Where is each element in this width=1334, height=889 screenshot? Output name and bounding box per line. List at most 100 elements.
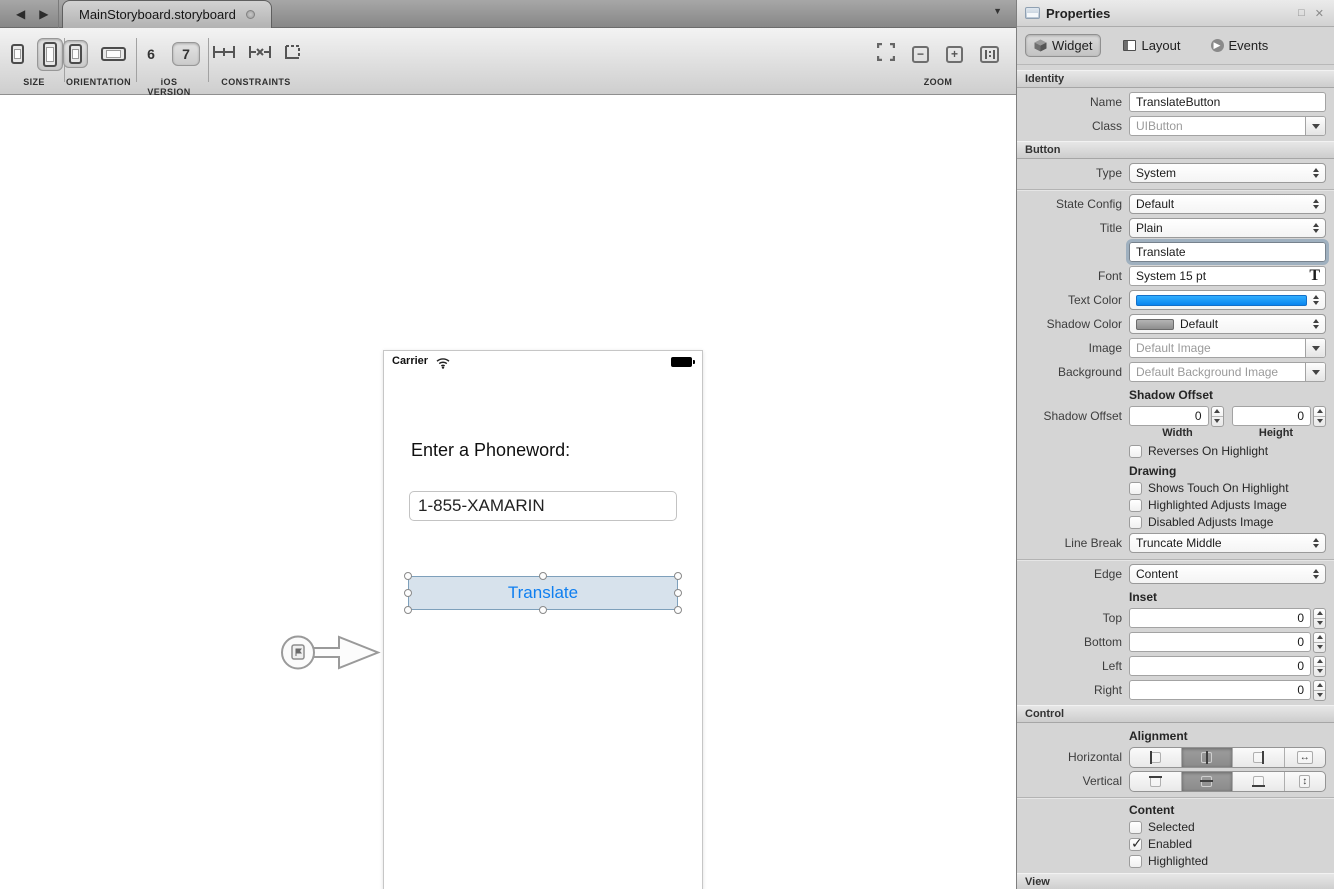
design-canvas[interactable]: Carrier Enter a Phoneword: Translate (0, 95, 1016, 889)
line-break-popup[interactable]: Truncate Middle (1129, 533, 1326, 553)
halign-left-segment[interactable] (1130, 748, 1182, 767)
remove-constraint-icon[interactable] (248, 44, 272, 65)
popup-arrows-icon (1313, 223, 1319, 233)
add-constraint-icon[interactable] (212, 44, 236, 65)
image-combo[interactable]: Default Image (1129, 338, 1326, 358)
title-text-input[interactable] (1129, 242, 1326, 262)
state-config-value: Default (1136, 197, 1174, 211)
enabled-checkbox[interactable]: ✓ (1129, 838, 1142, 851)
valign-bottom-segment[interactable] (1233, 772, 1285, 791)
halign-center-segment[interactable] (1182, 748, 1234, 767)
inset-right-input[interactable] (1129, 680, 1311, 700)
class-combo[interactable]: UIButton (1129, 116, 1326, 136)
shadow-offset-header: Shadow Offset (1129, 388, 1326, 402)
tab-overflow-icon[interactable]: ▼ (993, 6, 1002, 16)
close-panel-icon[interactable]: ✕ (1313, 7, 1326, 20)
valign-top-segment[interactable] (1130, 772, 1182, 791)
view-controller-scene[interactable]: Carrier Enter a Phoneword: Translate (383, 350, 703, 889)
highlighted-adjusts-checkbox[interactable] (1129, 499, 1142, 512)
ios6-label: 6 (143, 46, 159, 62)
valign-fill-segment[interactable]: ↕ (1285, 772, 1325, 791)
height-label: Height (1226, 427, 1326, 439)
tab-widget[interactable]: Widget (1025, 34, 1101, 57)
phoneword-prompt-label[interactable]: Enter a Phoneword: (411, 440, 570, 461)
font-picker-icon[interactable]: T (1309, 267, 1320, 285)
designer-toolbar: SIZE ORIENTATION 6 7 iOS VERSION (0, 28, 1016, 95)
entry-point-arrow[interactable] (278, 629, 383, 676)
inset-top-stepper[interactable] (1313, 608, 1326, 629)
inset-bottom-stepper[interactable] (1313, 632, 1326, 653)
float-panel-icon[interactable]: □ (1296, 7, 1307, 19)
zoom-out-icon[interactable]: − (912, 46, 929, 63)
selected-checkbox[interactable] (1129, 821, 1142, 834)
highlighted-checkbox[interactable] (1129, 855, 1142, 868)
orientation-portrait-button[interactable] (63, 40, 88, 68)
zoom-in-icon[interactable]: + (946, 46, 963, 63)
inset-left-input[interactable] (1129, 656, 1311, 676)
translate-button-canvas[interactable]: Translate (408, 576, 678, 610)
halign-fill-segment[interactable]: ↔ (1285, 748, 1325, 767)
shadow-width-input[interactable] (1129, 406, 1209, 426)
editor-tab-strip: ◀ ▶ MainStoryboard.storyboard ▼ (0, 0, 1016, 28)
forward-icon[interactable]: ▶ (39, 7, 48, 21)
dropdown-icon[interactable] (1305, 117, 1325, 135)
section-button: Button (1017, 141, 1334, 159)
inset-bottom-input[interactable] (1129, 632, 1311, 652)
frame-constraint-icon[interactable] (284, 44, 301, 65)
selection-handle[interactable] (404, 606, 412, 614)
selection-handle[interactable] (404, 589, 412, 597)
tab-events-label: Events (1229, 38, 1269, 53)
properties-icon (1025, 7, 1040, 19)
halign-right-segment[interactable] (1233, 748, 1285, 767)
phoneword-text-field[interactable] (409, 491, 677, 521)
tab-layout-label: Layout (1141, 38, 1180, 53)
dropdown-icon[interactable] (1305, 363, 1325, 381)
tab-events[interactable]: ▶ Events (1203, 35, 1277, 56)
title-popup[interactable]: Plain (1129, 218, 1326, 238)
inset-right-stepper[interactable] (1313, 680, 1326, 701)
selection-handle[interactable] (539, 606, 547, 614)
selection-handle[interactable] (674, 606, 682, 614)
orientation-landscape-button[interactable] (96, 44, 131, 64)
state-config-popup[interactable]: Default (1129, 194, 1326, 214)
v-fill-icon: ↕ (1299, 775, 1310, 788)
edge-label: Edge (1017, 567, 1129, 581)
drawing-header: Drawing (1129, 464, 1326, 478)
inset-top-input[interactable] (1129, 608, 1311, 628)
selection-handle[interactable] (539, 572, 547, 580)
inset-top-label: Top (1017, 611, 1129, 625)
background-combo[interactable]: Default Background Image (1129, 362, 1326, 382)
selection-handle[interactable] (404, 572, 412, 580)
valign-center-segment[interactable] (1182, 772, 1234, 791)
shadow-width-stepper[interactable] (1211, 406, 1224, 427)
zoom-fit-icon[interactable] (877, 43, 895, 66)
size-iphone4in-button[interactable] (37, 38, 63, 71)
shadow-color-popup[interactable]: Default (1129, 314, 1326, 334)
ios6-button[interactable]: 6 (138, 43, 164, 65)
edge-popup[interactable]: Content (1129, 564, 1326, 584)
name-input[interactable] (1129, 92, 1326, 112)
zoom-actual-icon[interactable] (980, 46, 999, 63)
tab-mainstoryboard[interactable]: MainStoryboard.storyboard (62, 0, 272, 28)
enabled-label: Enabled (1148, 837, 1192, 851)
image-value: Default Image (1130, 341, 1305, 355)
type-popup[interactable]: System (1129, 163, 1326, 183)
shows-touch-checkbox[interactable] (1129, 482, 1142, 495)
content-header: Content (1129, 803, 1326, 817)
shadow-height-stepper[interactable] (1313, 406, 1326, 427)
selection-handle[interactable] (674, 589, 682, 597)
ios7-button[interactable]: 7 (172, 42, 200, 66)
reverses-checkbox[interactable] (1129, 445, 1142, 458)
font-input[interactable] (1129, 266, 1326, 286)
tab-layout[interactable]: Layout (1115, 35, 1188, 56)
shadow-height-input[interactable] (1232, 406, 1312, 426)
disabled-adjusts-checkbox[interactable] (1129, 516, 1142, 529)
class-label: Class (1017, 119, 1129, 133)
horizontal-alignment-segmented: ↔ (1129, 747, 1326, 768)
inset-left-stepper[interactable] (1313, 656, 1326, 677)
dropdown-icon[interactable] (1305, 339, 1325, 357)
back-icon[interactable]: ◀ (16, 7, 25, 21)
size-iphone35-button[interactable] (6, 41, 29, 67)
selection-handle[interactable] (674, 572, 682, 580)
text-color-popup[interactable] (1129, 290, 1326, 310)
